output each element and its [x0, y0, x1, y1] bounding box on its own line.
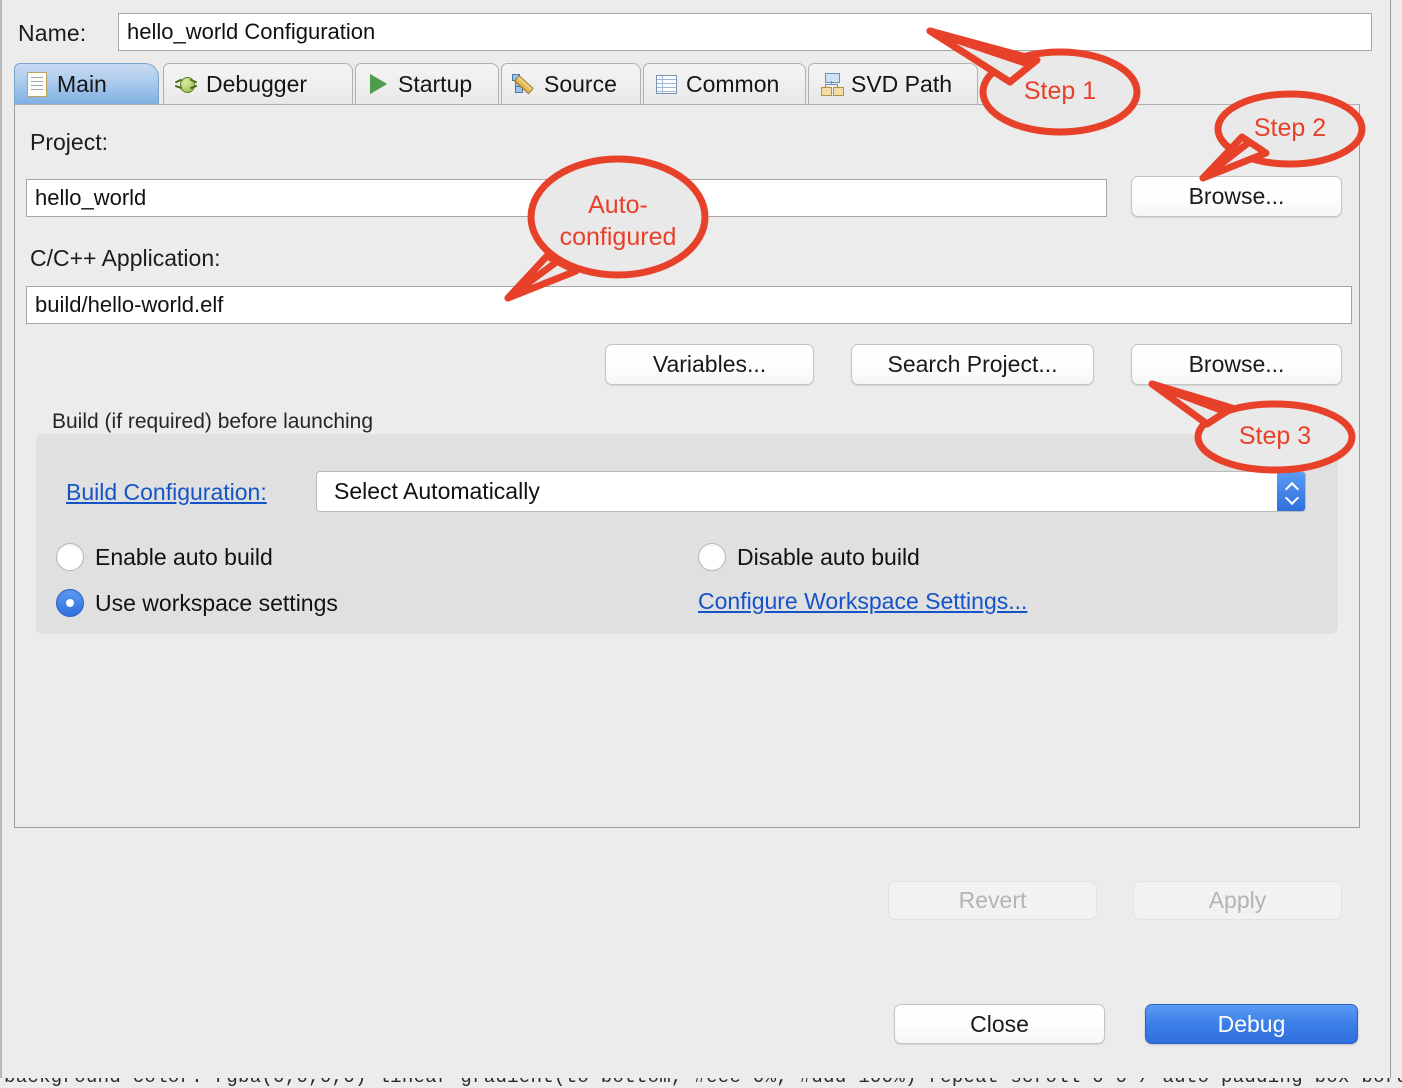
name-label: Name:	[18, 20, 86, 47]
tab-startup[interactable]: Startup	[355, 63, 499, 104]
radio-disable-auto-build-label: Disable auto build	[737, 544, 920, 571]
project-input[interactable]: hello_world	[26, 179, 1107, 217]
tab-bar: Main Debugger Startup	[14, 63, 1360, 105]
table-icon	[653, 71, 679, 97]
clipped-bottom-text-row: background-color: rgba(0,0,0,0) linear-g…	[0, 1078, 1402, 1088]
name-row: Name: hello_world Configuration	[8, 8, 1374, 53]
radio-circle	[56, 543, 84, 571]
close-button[interactable]: Close	[894, 1004, 1105, 1044]
window-left-border	[0, 0, 2, 1088]
tab-debugger[interactable]: Debugger	[163, 63, 353, 104]
build-configuration-select[interactable]: Select Automatically	[316, 471, 1306, 512]
application-browse-button[interactable]: Browse...	[1131, 344, 1342, 385]
clipped-bottom-text: background-color: rgba(0,0,0,0) linear-g…	[4, 1078, 1402, 1088]
search-project-button[interactable]: Search Project...	[851, 344, 1094, 385]
tab-common-label: Common	[686, 73, 779, 96]
debug-button[interactable]: Debug	[1145, 1004, 1358, 1044]
tab-source-label: Source	[544, 73, 617, 96]
configuration-name-input[interactable]: hello_world Configuration	[118, 13, 1372, 51]
radio-disable-auto-build[interactable]: Disable auto build	[698, 543, 920, 571]
configure-workspace-settings-link[interactable]: Configure Workspace Settings...	[698, 588, 1027, 615]
chevron-up-icon	[1285, 482, 1297, 489]
radio-use-workspace-settings[interactable]: Use workspace settings	[56, 589, 338, 617]
tab-svd-path-label: SVD Path	[851, 73, 952, 96]
application-input[interactable]: build/hello-world.elf	[26, 286, 1352, 324]
radio-enable-auto-build-label: Enable auto build	[95, 544, 273, 571]
tab-svd-path[interactable]: SVD Path	[808, 63, 978, 104]
build-group-caption: Build (if required) before launching	[52, 410, 373, 434]
tab-main[interactable]: Main	[14, 63, 159, 104]
build-configuration-link[interactable]: Build Configuration:	[66, 479, 267, 506]
source-edit-icon	[511, 71, 537, 97]
build-configuration-value: Select Automatically	[317, 478, 540, 505]
hierarchy-icon	[818, 71, 844, 97]
play-icon	[365, 71, 391, 97]
window-right-border	[1390, 0, 1391, 1088]
stepper-arrows-icon[interactable]	[1277, 472, 1305, 511]
radio-use-workspace-settings-label: Use workspace settings	[95, 590, 338, 617]
project-browse-button[interactable]: Browse...	[1131, 176, 1342, 217]
radio-circle	[698, 543, 726, 571]
bug-icon	[173, 71, 199, 97]
radio-enable-auto-build[interactable]: Enable auto build	[56, 543, 273, 571]
project-label: Project:	[30, 129, 108, 156]
tab-debugger-label: Debugger	[206, 73, 307, 96]
document-icon	[24, 71, 50, 97]
revert-button[interactable]: Revert	[888, 881, 1097, 920]
tab-common[interactable]: Common	[643, 63, 806, 104]
variables-button[interactable]: Variables...	[605, 344, 814, 385]
radio-circle-selected	[56, 589, 84, 617]
apply-button[interactable]: Apply	[1133, 881, 1342, 920]
tab-startup-label: Startup	[398, 73, 472, 96]
tab-source[interactable]: Source	[501, 63, 641, 104]
chevron-down-icon	[1285, 494, 1297, 501]
dialog-window: Name: hello_world Configuration Main Deb…	[0, 0, 1402, 1088]
tab-main-label: Main	[57, 73, 107, 96]
application-label: C/C++ Application:	[30, 245, 221, 272]
